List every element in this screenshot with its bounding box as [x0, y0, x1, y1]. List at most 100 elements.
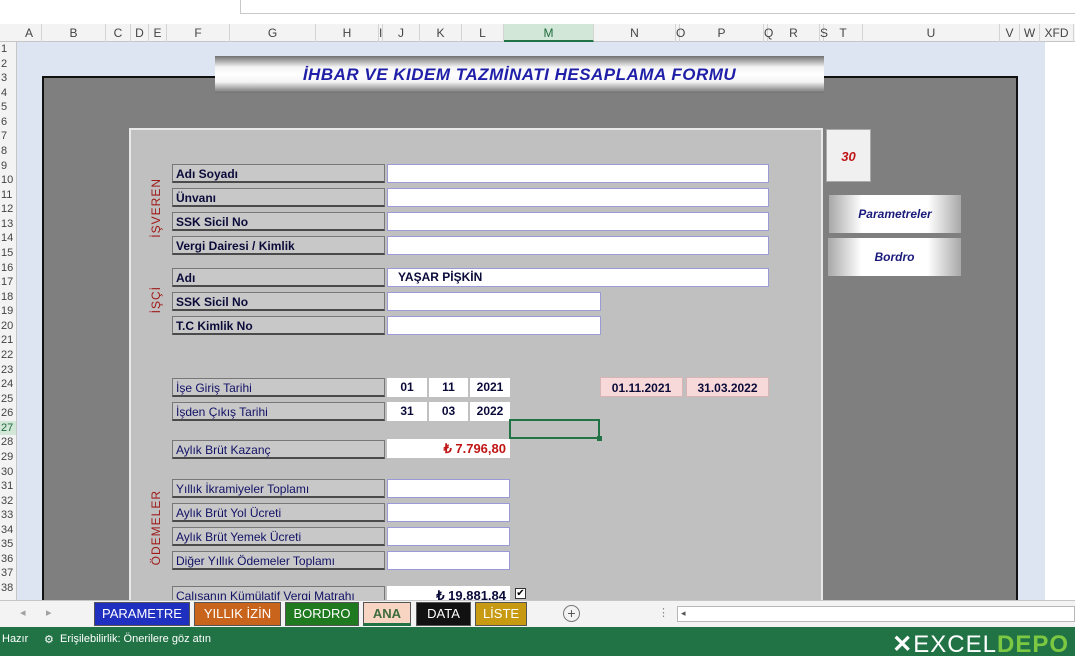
column-header-t[interactable]: T — [824, 24, 863, 42]
row-header-25[interactable]: 25 — [0, 392, 16, 407]
add-sheet-icon[interactable]: + — [563, 605, 580, 622]
row-header-26[interactable]: 26 — [0, 406, 16, 421]
horizontal-scrollbar[interactable]: ◂ — [677, 606, 1075, 622]
row-header-5[interactable]: 5 — [0, 100, 16, 115]
row-header-36[interactable]: 36 — [0, 552, 16, 567]
tax-base-checkbox[interactable]: ✔ — [515, 588, 526, 599]
sheet-tab-ana[interactable]: ANA — [363, 602, 411, 626]
selected-cell-m27[interactable] — [509, 419, 602, 441]
row-header-31[interactable]: 31 — [0, 479, 16, 494]
sheet-tab-parametre[interactable]: PARAMETRE — [94, 602, 190, 626]
start-year-cell[interactable]: 2021 — [470, 378, 510, 397]
row-header-16[interactable]: 16 — [0, 261, 16, 276]
worker-tc-input[interactable] — [387, 316, 601, 335]
sheet-tab-li̇ste[interactable]: LİSTE — [475, 602, 527, 626]
column-header-w[interactable]: W — [1020, 24, 1040, 42]
column-header-b[interactable]: B — [42, 24, 106, 42]
worker-name-input[interactable]: YAŞAR PİŞKİN — [387, 268, 769, 287]
row-header-15[interactable]: 15 — [0, 246, 16, 261]
column-header-r[interactable]: R — [768, 24, 820, 42]
row-header-3[interactable]: 3 — [0, 71, 16, 86]
row-header-4[interactable]: 4 — [0, 86, 16, 101]
parametreler-button[interactable]: Parametreler — [829, 195, 961, 233]
bonus-input[interactable] — [387, 479, 510, 498]
start-date-label: İşe Giriş Tarihi — [172, 378, 385, 397]
column-header-n[interactable]: N — [594, 24, 676, 42]
column-header-p[interactable]: P — [680, 24, 764, 42]
column-header-xfd[interactable]: XFD — [1040, 24, 1074, 42]
column-header-f[interactable]: F — [167, 24, 230, 42]
employer-ssk-input[interactable] — [387, 212, 769, 231]
travel-input[interactable] — [387, 503, 510, 522]
row-header-6[interactable]: 6 — [0, 115, 16, 130]
column-header-v[interactable]: V — [1000, 24, 1020, 42]
accessibility-icon[interactable]: ⚙ — [44, 633, 54, 646]
meal-input[interactable] — [387, 527, 510, 546]
status-bar: Hazır ⚙ Erişilebilirlik: Önerilere göz a… — [0, 627, 1075, 658]
row-header-28[interactable]: 28 — [0, 435, 16, 450]
row-header-12[interactable]: 12 — [0, 202, 16, 217]
row-header-14[interactable]: 14 — [0, 231, 16, 246]
row-header-33[interactable]: 33 — [0, 508, 16, 523]
column-header-d[interactable]: D — [131, 24, 149, 42]
column-header-j[interactable]: J — [383, 24, 420, 42]
end-month-cell[interactable]: 03 — [429, 402, 468, 421]
start-day-cell[interactable]: 01 — [387, 378, 427, 397]
row-header-18[interactable]: 18 — [0, 290, 16, 305]
employer-tax-label: Vergi Dairesi / Kimlik — [172, 236, 385, 255]
column-header-l[interactable]: L — [462, 24, 504, 42]
column-header-k[interactable]: K — [420, 24, 462, 42]
row-header-30[interactable]: 30 — [0, 465, 16, 480]
row-header-8[interactable]: 8 — [0, 144, 16, 159]
row-header-19[interactable]: 19 — [0, 304, 16, 319]
worker-ssk-input[interactable] — [387, 292, 601, 311]
tab-scroll-right-icon[interactable]: ▸ — [46, 606, 52, 619]
end-day-cell[interactable]: 31 — [387, 402, 427, 421]
row-header-20[interactable]: 20 — [0, 319, 16, 334]
bordro-button[interactable]: Bordro — [828, 238, 961, 276]
row-header-29[interactable]: 29 — [0, 450, 16, 465]
row-header-7[interactable]: 7 — [0, 129, 16, 144]
column-header-e[interactable]: E — [149, 24, 167, 42]
row-header-17[interactable]: 17 — [0, 275, 16, 290]
row-header-9[interactable]: 9 — [0, 159, 16, 174]
column-header-m[interactable]: M — [504, 24, 594, 42]
row-header-21[interactable]: 21 — [0, 333, 16, 348]
column-header-u[interactable]: U — [863, 24, 1000, 42]
salary-value[interactable]: ₺ 7.796,80 — [387, 439, 510, 458]
row-header-27[interactable]: 27 — [0, 420, 16, 436]
row-header-32[interactable]: 32 — [0, 494, 16, 509]
column-header-h[interactable]: H — [316, 24, 379, 42]
row-header-37[interactable]: 37 — [0, 566, 16, 581]
logo-30-badge[interactable]: 30 — [826, 129, 871, 182]
row-header-35[interactable]: 35 — [0, 537, 16, 552]
employer-tax-input[interactable] — [387, 236, 769, 255]
start-month-cell[interactable]: 11 — [429, 378, 468, 397]
meal-label: Aylık Brüt Yemek Ücreti — [172, 527, 385, 546]
worksheet-right-cells[interactable] — [1045, 42, 1075, 600]
row-header-13[interactable]: 13 — [0, 217, 16, 232]
row-header-38[interactable]: 38 — [0, 581, 16, 596]
column-header-g[interactable]: G — [230, 24, 316, 42]
row-header-23[interactable]: 23 — [0, 363, 16, 378]
column-header-c[interactable]: C — [106, 24, 131, 42]
row-header-2[interactable]: 2 — [0, 57, 16, 72]
tab-split-handle-icon[interactable]: ⋮ — [658, 606, 669, 619]
row-header-1[interactable]: 1 — [0, 42, 16, 57]
row-header-22[interactable]: 22 — [0, 348, 16, 363]
sheet-tab-data[interactable]: DATA — [416, 602, 471, 626]
sheet-tab-yillik-i̇zi̇n[interactable]: YILLIK İZİN — [194, 602, 281, 626]
tab-scroll-left-icon[interactable]: ◂ — [20, 606, 26, 619]
other-payments-input[interactable] — [387, 551, 510, 570]
sheet-tab-bordro[interactable]: BORDRO — [285, 602, 359, 626]
end-year-cell[interactable]: 2022 — [470, 402, 510, 421]
column-header-a[interactable]: A — [17, 24, 42, 42]
row-header-24[interactable]: 24 — [0, 377, 16, 392]
employer-name-input[interactable] — [387, 164, 769, 183]
row-header-10[interactable]: 10 — [0, 173, 16, 188]
accessibility-status[interactable]: Erişilebilirlik: Önerilere göz atın — [60, 633, 211, 645]
row-header-34[interactable]: 34 — [0, 523, 16, 538]
employer-title-input[interactable] — [387, 188, 769, 207]
row-header-11[interactable]: 11 — [0, 188, 16, 203]
scroll-left-arrow-icon[interactable]: ◂ — [681, 608, 686, 619]
